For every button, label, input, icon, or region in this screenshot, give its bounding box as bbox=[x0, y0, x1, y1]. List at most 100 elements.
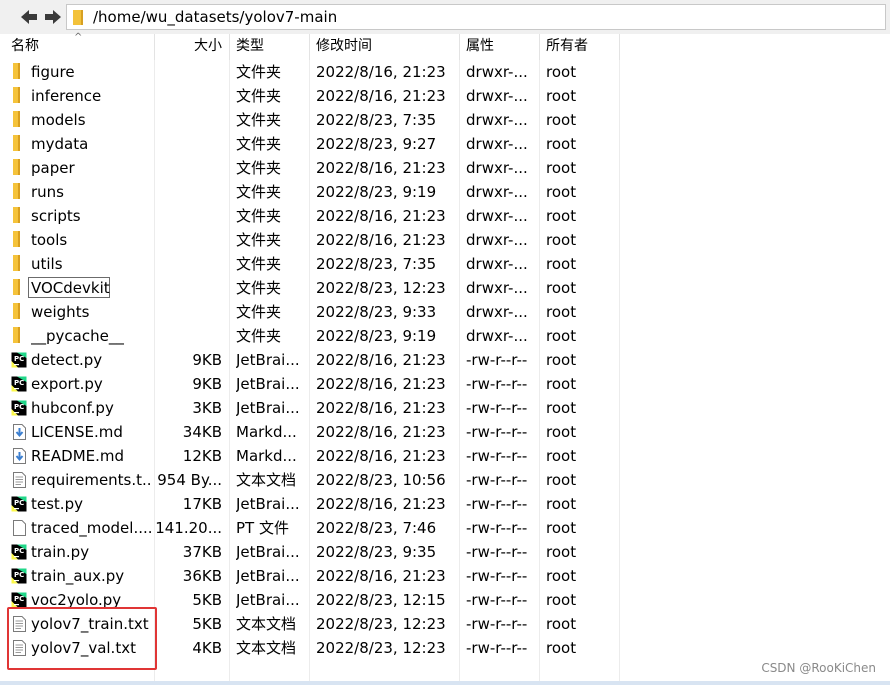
file-size: 3KB bbox=[192, 399, 222, 417]
file-owner: root bbox=[546, 231, 577, 249]
file-type: JetBrai... bbox=[236, 399, 300, 417]
file-modified: 2022/8/16, 21:23 bbox=[316, 423, 446, 441]
file-name[interactable]: export.py bbox=[31, 372, 153, 396]
file-row[interactable]: README.md 12KB Markd... 2022/8/16, 21:23 -rw… bbox=[0, 444, 890, 468]
file-row[interactable]: paper 文件夹 2022/8/16, 21:23 drwxr-... root bbox=[0, 156, 890, 180]
column-divider[interactable] bbox=[539, 34, 540, 60]
file-size bbox=[154, 204, 222, 228]
file-type: JetBrai... bbox=[236, 591, 300, 609]
file-permissions: -rw-r--r-- bbox=[466, 495, 528, 513]
file-owner: root bbox=[546, 87, 577, 105]
window-bottom-edge bbox=[0, 681, 890, 685]
file-permissions: -rw-r--r-- bbox=[466, 471, 528, 489]
file-row[interactable]: traced_model.... 141.20... PT 文件 2022/8/23,… bbox=[0, 516, 890, 540]
file-type: JetBrai... bbox=[236, 351, 300, 369]
file-row[interactable]: runs 文件夹 2022/8/23, 9:19 drwxr-... root bbox=[0, 180, 890, 204]
file-row[interactable]: scripts 文件夹 2022/8/16, 21:23 drwxr-... root bbox=[0, 204, 890, 228]
file-row[interactable]: tools 文件夹 2022/8/16, 21:23 drwxr-... root bbox=[0, 228, 890, 252]
file-permissions: -rw-r--r-- bbox=[466, 399, 528, 417]
file-size: 5KB bbox=[192, 591, 222, 609]
file-size bbox=[154, 156, 222, 180]
back-arrow-icon[interactable] bbox=[18, 6, 40, 28]
file-name[interactable]: utils bbox=[31, 252, 153, 276]
file-size: 12KB bbox=[182, 447, 222, 465]
file-name[interactable]: VOCdevkit bbox=[31, 276, 153, 300]
file-permissions: drwxr-... bbox=[466, 135, 528, 153]
file-row[interactable]: utils 文件夹 2022/8/23, 7:35 drwxr-... root bbox=[0, 252, 890, 276]
pycharm-file-icon: PC bbox=[11, 400, 27, 416]
file-name[interactable]: paper bbox=[31, 156, 153, 180]
column-header-permissions[interactable]: 属性 bbox=[466, 34, 494, 60]
folder-icon bbox=[13, 111, 20, 127]
address-bar[interactable]: /home/wu_datasets/yolov7-main bbox=[66, 4, 886, 30]
column-divider[interactable] bbox=[229, 34, 230, 60]
folder-icon bbox=[13, 135, 20, 151]
file-type: 文件夹 bbox=[236, 159, 282, 177]
file-name[interactable]: tools bbox=[31, 228, 153, 252]
file-modified: 2022/8/23, 7:46 bbox=[316, 519, 437, 537]
file-name[interactable]: runs bbox=[31, 180, 153, 204]
file-row[interactable]: LICENSE.md 34KB Markd... 2022/8/16, 21:23 -r… bbox=[0, 420, 890, 444]
column-divider[interactable] bbox=[309, 34, 310, 60]
column-divider[interactable] bbox=[459, 34, 460, 60]
file-row[interactable]: PC train_aux.py 36KB JetBrai... 2022/8/16, 2… bbox=[0, 564, 890, 588]
file-name[interactable]: traced_model.... bbox=[31, 516, 153, 540]
file-row[interactable]: __pycache__ 文件夹 2022/8/23, 9:19 drwxr-... ro… bbox=[0, 324, 890, 348]
file-size bbox=[154, 108, 222, 132]
file-permissions: -rw-r--r-- bbox=[466, 351, 528, 369]
pycharm-file-icon: PC bbox=[11, 352, 27, 368]
column-header-name[interactable]: 名称 bbox=[11, 34, 39, 60]
file-modified: 2022/8/16, 21:23 bbox=[316, 447, 446, 465]
file-row[interactable]: PC hubconf.py 3KB JetBrai... 2022/8/16, 21:2… bbox=[0, 396, 890, 420]
file-permissions: drwxr-... bbox=[466, 87, 528, 105]
file-name[interactable]: train.py bbox=[31, 540, 153, 564]
file-modified: 2022/8/23, 7:35 bbox=[316, 255, 437, 273]
column-header-size[interactable]: 大小 bbox=[154, 34, 222, 60]
file-name[interactable]: models bbox=[31, 108, 153, 132]
file-row[interactable]: PC train.py 37KB JetBrai... 2022/8/23, 9:35 -… bbox=[0, 540, 890, 564]
file-name[interactable]: __pycache__ bbox=[31, 324, 153, 348]
file-owner: root bbox=[546, 639, 577, 657]
file-size: 37KB bbox=[182, 543, 222, 561]
file-row[interactable]: figure 文件夹 2022/8/16, 21:23 drwxr-... root bbox=[0, 60, 890, 84]
file-name[interactable]: scripts bbox=[31, 204, 153, 228]
file-row[interactable]: PC export.py 9KB JetBrai... 2022/8/16, 21:23… bbox=[0, 372, 890, 396]
file-name[interactable]: README.md bbox=[31, 444, 153, 468]
file-name[interactable]: figure bbox=[31, 60, 153, 84]
file-name[interactable]: detect.py bbox=[31, 348, 153, 372]
column-header-owner[interactable]: 所有者 bbox=[546, 34, 588, 60]
file-owner: root bbox=[546, 111, 577, 129]
file-name[interactable]: weights bbox=[31, 300, 153, 324]
file-name[interactable]: mydata bbox=[31, 132, 153, 156]
file-name[interactable]: test.py bbox=[31, 492, 153, 516]
file-name[interactable]: inference bbox=[31, 84, 153, 108]
column-header-modified[interactable]: 修改时间 bbox=[316, 34, 372, 60]
file-row[interactable]: PC detect.py 9KB JetBrai... 2022/8/16, 21:23… bbox=[0, 348, 890, 372]
column-divider[interactable] bbox=[619, 34, 620, 60]
file-name[interactable]: hubconf.py bbox=[31, 396, 153, 420]
forward-arrow-icon[interactable] bbox=[42, 6, 64, 28]
file-permissions: drwxr-... bbox=[466, 159, 528, 177]
file-row[interactable]: models 文件夹 2022/8/23, 7:35 drwxr-... root bbox=[0, 108, 890, 132]
file-name[interactable]: train_aux.py bbox=[31, 564, 153, 588]
file-row[interactable]: inference 文件夹 2022/8/16, 21:23 drwxr-... roo… bbox=[0, 84, 890, 108]
file-owner: root bbox=[546, 423, 577, 441]
highlight-box bbox=[7, 607, 157, 670]
column-header-type[interactable]: 类型 bbox=[236, 34, 264, 60]
file-row[interactable]: VOCdevkit 文件夹 2022/8/23, 12:23 drwxr-... roo… bbox=[0, 276, 890, 300]
file-row[interactable]: mydata 文件夹 2022/8/23, 9:27 drwxr-... root bbox=[0, 132, 890, 156]
address-path[interactable]: /home/wu_datasets/yolov7-main bbox=[93, 7, 337, 27]
file-size bbox=[154, 324, 222, 348]
file-type: 文件夹 bbox=[236, 183, 282, 201]
file-row[interactable]: requirements.t... 954 By... 文本文档 2022/8/23,… bbox=[0, 468, 890, 492]
file-type: 文本文档 bbox=[236, 471, 297, 489]
folder-icon bbox=[13, 279, 20, 295]
folder-icon bbox=[13, 159, 20, 175]
file-modified: 2022/8/16, 21:23 bbox=[316, 351, 446, 369]
file-row[interactable]: PC test.py 17KB JetBrai... 2022/8/16, 21:23 -… bbox=[0, 492, 890, 516]
file-name[interactable]: requirements.t... bbox=[31, 468, 153, 492]
column-divider[interactable] bbox=[154, 34, 155, 60]
folder-icon bbox=[13, 183, 20, 199]
file-name[interactable]: LICENSE.md bbox=[31, 420, 153, 444]
file-row[interactable]: weights 文件夹 2022/8/23, 9:33 drwxr-... root bbox=[0, 300, 890, 324]
